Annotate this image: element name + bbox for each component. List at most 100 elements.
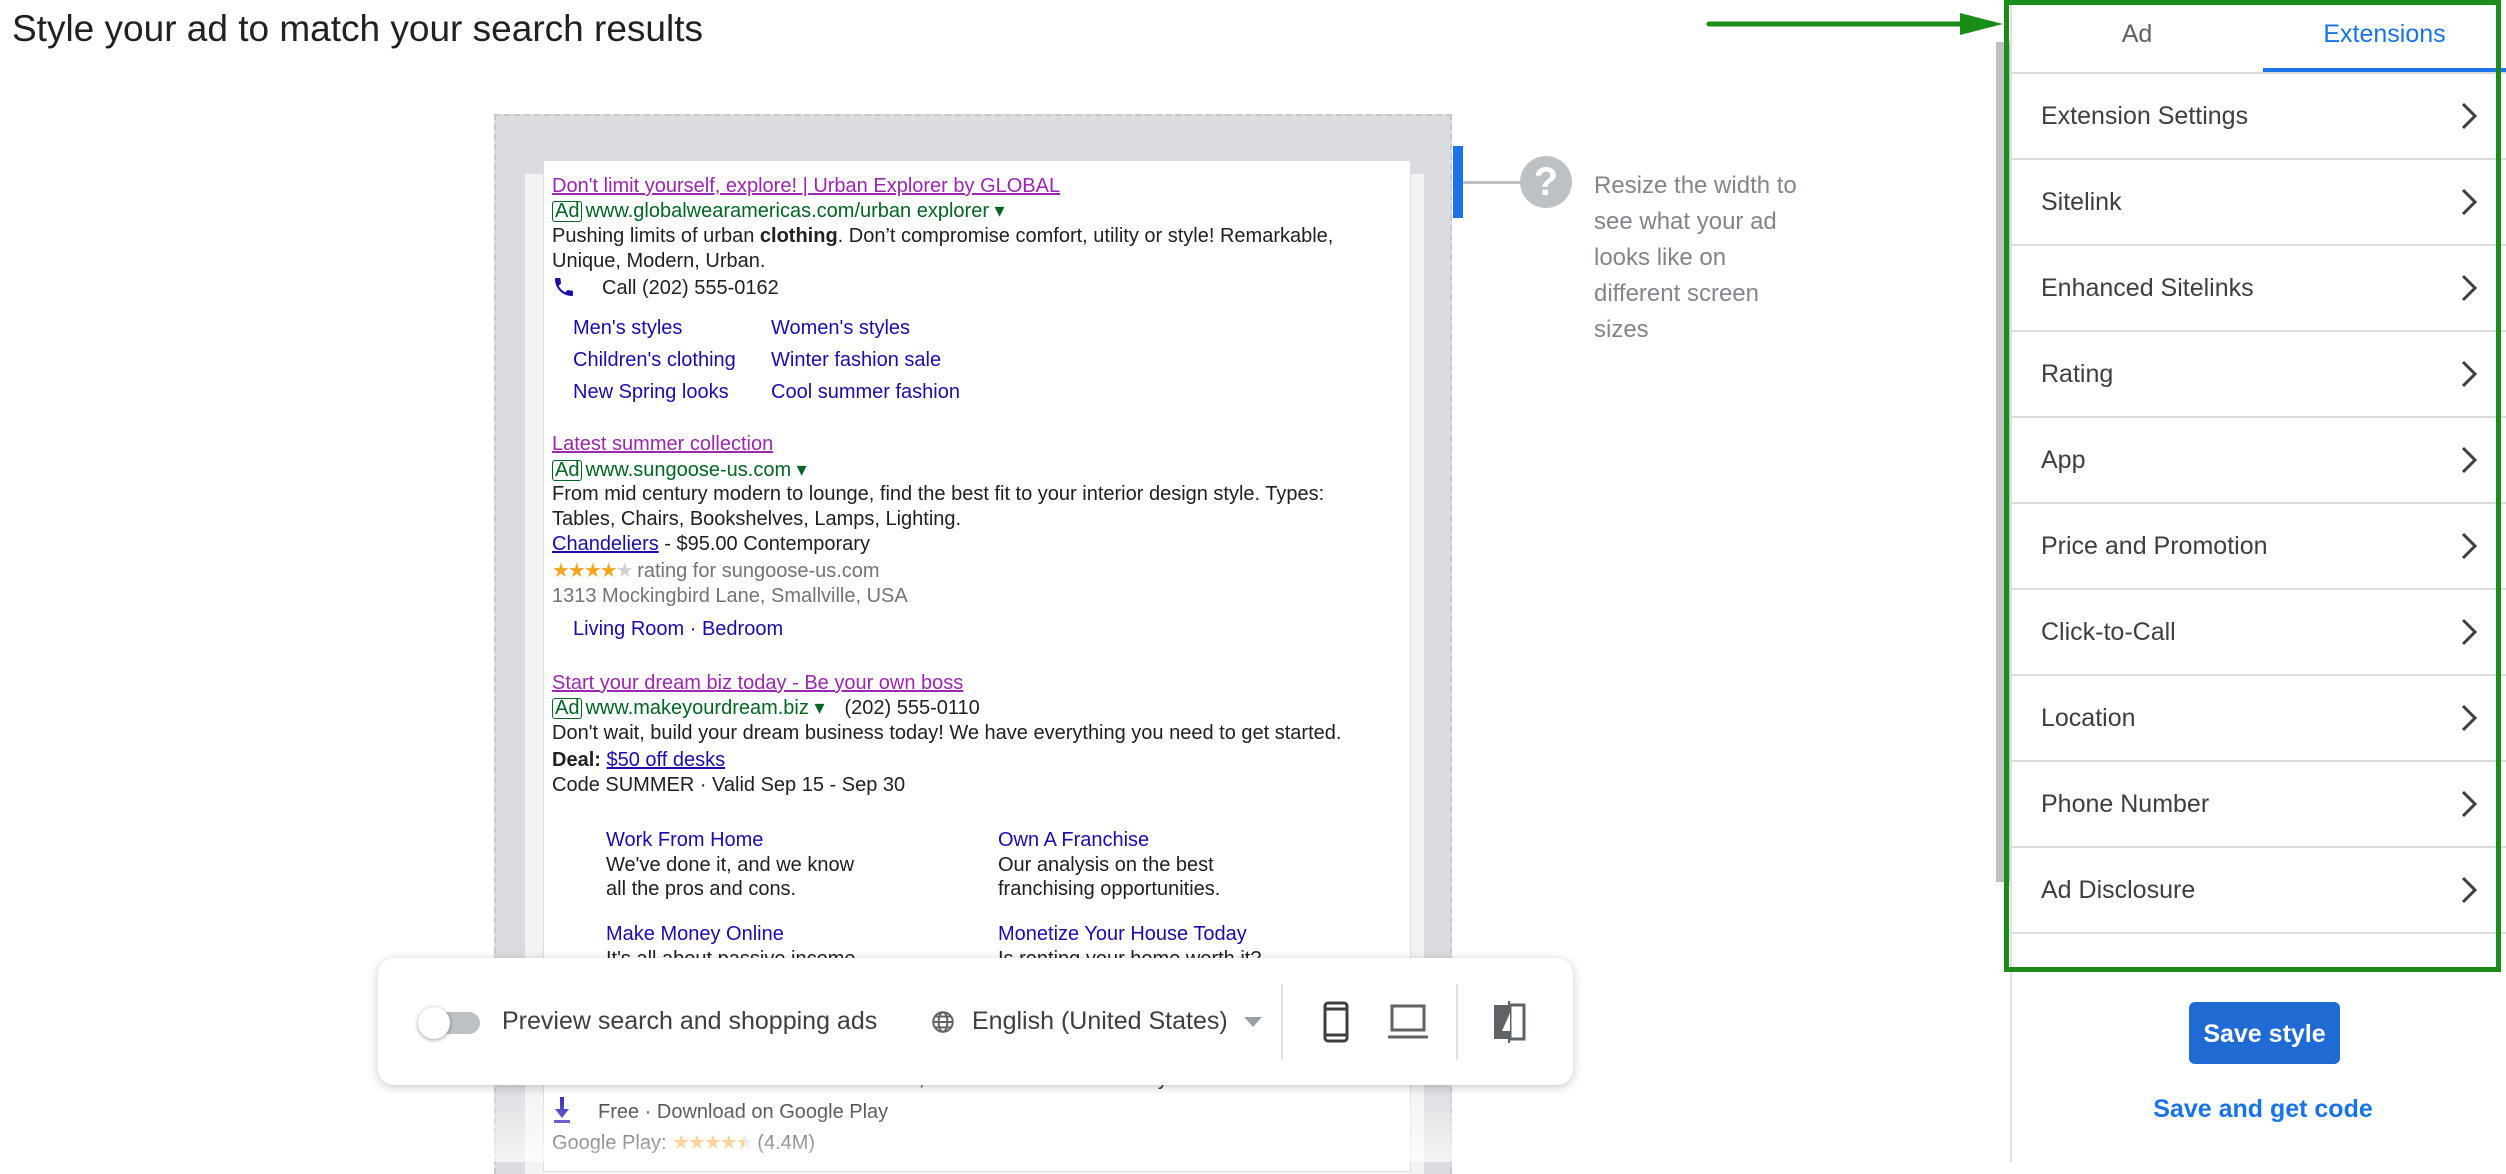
ad-description: Don't wait, build your dream business to… (552, 722, 1342, 744)
ad-url[interactable]: www.makeyourdream.biz (585, 697, 808, 719)
question-circle-icon: ? (1520, 156, 1572, 208)
caret-down-icon (1243, 1016, 1262, 1027)
ad-title[interactable]: Start your dream biz today - Be your own… (552, 671, 963, 696)
chevron-right-icon (2461, 188, 2478, 216)
chevron-right-icon (2461, 618, 2478, 646)
extension-item-click-to-call[interactable]: Click-to-Call (2012, 590, 2506, 676)
save-style-button[interactable]: Save style (2189, 1002, 2340, 1064)
sitelink[interactable]: New Spring looks (573, 380, 729, 405)
resize-help-text: Resize the width to see what your ad loo… (1594, 172, 1797, 343)
language-select[interactable]: English (United States) (930, 958, 1262, 1085)
panel-tabs: Ad Extensions (2012, 0, 2506, 74)
ad-description: Pushing limits of urban clothing. Don’t … (552, 224, 1333, 249)
desc-text: Pushing limits of urban (552, 225, 760, 247)
extension-item-label: Location (2041, 704, 2136, 732)
rating-text: rating for sungoose-us.com (637, 560, 880, 582)
chevron-right-icon (2461, 274, 2478, 302)
sitelink[interactable]: Winter fashion sale (771, 348, 941, 373)
divider (1281, 984, 1283, 1060)
deal-label: Deal: (552, 749, 601, 771)
ad-url[interactable]: www.sungoose-us.com (585, 459, 791, 481)
desc-bold: clothing (759, 225, 838, 247)
sitelink[interactable]: Children's clothing (573, 348, 736, 373)
extension-item-label: App (2041, 446, 2086, 474)
desc-text: . Don’t compromise comfort, utility or s… (837, 225, 1334, 247)
ad-description-line2: Unique, Modern, Urban. (552, 250, 766, 272)
extension-item-sitelink[interactable]: Sitelink (2012, 160, 2506, 246)
deal-link[interactable]: $50 off desks (606, 749, 725, 771)
tab-ad[interactable]: Ad (2012, 0, 2262, 72)
swap-layout-icon[interactable] (1492, 1001, 1526, 1043)
laptop-icon[interactable] (1388, 1004, 1428, 1040)
sitelink[interactable]: Cool summer fashion (771, 380, 960, 405)
resize-handle[interactable] (1453, 146, 1463, 218)
separator: · (684, 618, 702, 640)
ad-url-line: Ad www.globalwearamericas.com/urban explo… (552, 199, 1005, 224)
chevron-right-icon (2461, 532, 2478, 560)
extension-item-location[interactable]: Location (2012, 676, 2506, 762)
address[interactable]: 1313 Mockingbird Lane, Smallville, USA (552, 584, 908, 609)
ad-badge: Ad (552, 698, 583, 719)
ad-url[interactable]: www.globalwearamericas.com/urban explore… (585, 200, 989, 222)
toggle-knob[interactable] (418, 1007, 450, 1039)
toggle-label[interactable]: Preview search and shopping ads (502, 958, 877, 1085)
globe-icon (932, 1010, 954, 1033)
chevron-right-icon (2461, 876, 2478, 904)
chevron-right-icon (2461, 360, 2478, 388)
extension-item-label: Click-to-Call (2041, 618, 2176, 646)
extension-item-label: Phone Number (2041, 790, 2210, 818)
ad-url-line: Ad www.makeyourdream.biz ▾ (202) 555-0110 (552, 696, 980, 721)
price-link[interactable]: Chandeliers (552, 533, 659, 555)
extension-item-ad-disclosure[interactable]: Ad Disclosure (2012, 848, 2506, 934)
extension-item-price-and-promotion[interactable]: Price and Promotion (2012, 504, 2506, 590)
phone-icon[interactable] (1323, 1001, 1349, 1043)
sitelink[interactable]: Bedroom (702, 618, 783, 640)
caret-down-icon[interactable]: ▾ (809, 697, 824, 719)
extension-item-label: Ad Disclosure (2041, 876, 2196, 904)
sitelink-title[interactable]: Work From Home (606, 828, 763, 853)
chevron-right-icon (2461, 446, 2478, 474)
chevron-right-icon (2461, 790, 2478, 818)
extension-item-label: Price and Promotion (2041, 532, 2268, 560)
star-rating-icon: ★★★★★ (552, 560, 634, 582)
extension-item-label: Rating (2041, 360, 2114, 388)
ad-title[interactable]: Don't limit yourself, explore! | Urban E… (552, 174, 1060, 199)
download-icon (554, 1097, 570, 1123)
sitelink-desc: We've done it, and we know (606, 854, 855, 876)
sitelink[interactable]: Women's styles (771, 316, 910, 341)
caret-down-icon[interactable]: ▾ (989, 200, 1005, 222)
sitelink-desc: all the pros and cons. (606, 878, 797, 900)
sitelink-title[interactable]: Own A Franchise (998, 828, 1149, 853)
extension-item-enhanced-sitelinks[interactable]: Enhanced Sitelinks (2012, 246, 2506, 332)
phone-call-icon (555, 278, 573, 296)
preview-toolbar: Preview search and shopping ads English … (378, 958, 1573, 1085)
scrollbar[interactable] (1996, 42, 2010, 882)
sitelink-desc: Our analysis on the best (998, 854, 1214, 876)
annotation-arrow-icon (1706, 13, 2003, 35)
ad-description-line2: Tables, Chairs, Bookshelves, Lamps, Ligh… (552, 508, 962, 530)
sitelink[interactable]: Men's styles (573, 316, 682, 341)
ad-url-line: Ad www.sungoose-us.com ▾ (552, 458, 807, 483)
deal-line: Deal: $50 off desks (552, 748, 725, 773)
price-line: Chandeliers - $95.00 Contemporary (552, 532, 870, 557)
extension-item-phone-number[interactable]: Phone Number (2012, 762, 2506, 848)
sitelink-title[interactable]: Make Money Online (606, 922, 784, 947)
sitelink-title[interactable]: Monetize Your House Today (998, 922, 1247, 947)
download-text[interactable]: Free · Download on Google Play (598, 1101, 888, 1123)
sitelink-desc: franchising opportunities. (998, 878, 1221, 900)
extension-item-rating[interactable]: Rating (2012, 332, 2506, 418)
extension-item-extension-settings[interactable]: Extension Settings (2012, 74, 2506, 160)
sitelink[interactable]: Living Room (573, 618, 684, 640)
tab-extensions[interactable]: Extensions (2263, 0, 2506, 72)
rating-count: (4.4M) (757, 1132, 816, 1154)
ad-phone[interactable]: (202) 555-0110 (845, 697, 980, 719)
extension-item-app[interactable]: App (2012, 418, 2506, 504)
call-text[interactable]: Call (202) 555-0162 (602, 277, 779, 299)
ad-title[interactable]: Latest summer collection (552, 432, 773, 457)
store-label: Google Play: (552, 1132, 667, 1154)
extension-item-label: Extension Settings (2041, 102, 2249, 130)
caret-down-icon[interactable]: ▾ (791, 459, 807, 481)
save-and-get-code-link[interactable]: Save and get code (2100, 1095, 2426, 1124)
extension-item-label: Enhanced Sitelinks (2041, 274, 2254, 302)
chevron-right-icon (2461, 704, 2478, 732)
